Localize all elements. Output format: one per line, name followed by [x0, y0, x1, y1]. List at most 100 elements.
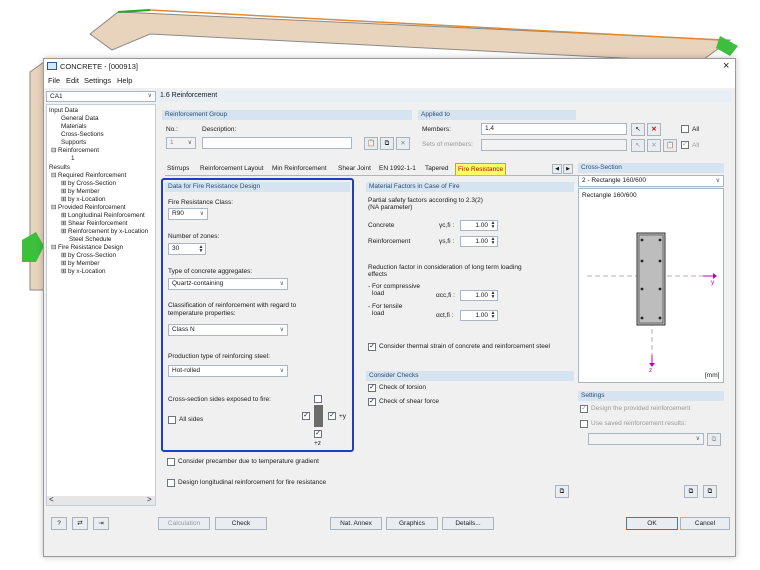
factors-export-button[interactable]: ⧉	[555, 485, 569, 498]
tab-scroll-right[interactable]: ▶	[563, 164, 573, 174]
tree-input-data[interactable]: Input Data	[49, 107, 78, 114]
tree-required[interactable]: ⊟ Required Reinforcement	[51, 172, 126, 179]
cross-section-select[interactable]: 2 - Rectangle 160/600 ∨	[578, 175, 724, 187]
tab-tapered[interactable]: Tapered	[423, 163, 451, 175]
scroll-right-icon[interactable]: >	[147, 495, 152, 504]
all-sides-checkbox[interactable]	[168, 416, 176, 424]
app-icon	[47, 62, 57, 70]
reinforcement-symbol: γs,fi :	[439, 238, 455, 245]
no-label: No.:	[166, 126, 178, 133]
cross-section-export-button[interactable]: ⧉	[684, 485, 698, 498]
delete-group-button[interactable]: ✕	[396, 137, 410, 150]
tree-fire-member[interactable]: ⊞ by Member	[61, 260, 100, 267]
tree-fire-cross[interactable]: ⊞ by Cross-Section	[61, 252, 116, 259]
spinner-icon[interactable]: ▲ ▼	[490, 291, 496, 300]
spinner-icon[interactable]: ▲ ▼	[490, 311, 496, 320]
side-right-checkbox[interactable]: ✓	[328, 412, 336, 420]
tab-en-1992[interactable]: EN 1992-1-1	[377, 163, 418, 175]
all-members-checkbox[interactable]	[681, 125, 689, 133]
zones-input[interactable]: 30 ▲ ▼	[168, 243, 206, 255]
side-left-checkbox[interactable]: ✓	[302, 412, 310, 420]
calculation-button[interactable]: Calculation	[158, 517, 210, 530]
tree-fire-x[interactable]: ⊞ by x-Location	[61, 268, 105, 275]
tab-stirrups[interactable]: Stirrups	[165, 163, 191, 175]
tree-results[interactable]: Results	[49, 164, 70, 171]
prev-button[interactable]: ⇄	[72, 517, 88, 530]
fire-data-header: Data for Fire Resistance Design	[165, 182, 350, 192]
scroll-left-icon[interactable]: <	[49, 495, 54, 504]
tab-shear-joint[interactable]: Shear Joint	[336, 163, 373, 175]
clear-members-button[interactable]: ✕	[647, 123, 661, 136]
reinforcement-factor-input[interactable]: 1.00 ▲ ▼	[460, 236, 498, 247]
clear-sets-button[interactable]: ✕	[647, 139, 661, 152]
spinner-icon[interactable]: ▲ ▼	[490, 237, 496, 246]
select-members-button[interactable]: ↖	[631, 123, 645, 136]
aggregates-select[interactable]: Quartz-containing ∨	[168, 278, 288, 290]
tree-materials[interactable]: Materials	[61, 123, 87, 130]
shear-force-checkbox[interactable]: ✓	[368, 398, 376, 406]
description-input[interactable]	[202, 137, 352, 149]
graphics-button[interactable]: Graphics	[386, 517, 438, 530]
tensile-factor-input[interactable]: 1.00 ▲ ▼	[460, 310, 498, 321]
tree-reinforcement-1[interactable]: 1	[71, 155, 75, 162]
tree-reinf-x[interactable]: ⊞ Reinforcement by x-Location	[61, 228, 148, 235]
tree-hscrollbar[interactable]: < >	[47, 495, 155, 505]
tree-req-x[interactable]: ⊞ by x-Location	[61, 196, 105, 203]
new-group-button[interactable]: 📋	[364, 137, 378, 150]
torsion-label: Check of torsion	[379, 384, 426, 391]
menu-edit[interactable]: Edit	[66, 76, 79, 85]
saved-results-select[interactable]: ∨	[588, 433, 704, 445]
saved-results-button[interactable]: ⧉	[707, 433, 721, 446]
cross-section-info-button[interactable]: ⧉	[703, 485, 717, 498]
side-bottom-checkbox[interactable]: ✓	[314, 430, 322, 438]
case-select[interactable]: CA1 ∨	[46, 91, 156, 102]
tree-req-member[interactable]: ⊞ by Member	[61, 188, 100, 195]
tree-req-cross[interactable]: ⊞ by Cross-Section	[61, 180, 116, 187]
side-top-checkbox[interactable]	[314, 395, 322, 403]
menu-file[interactable]: File	[48, 76, 60, 85]
longitudinal-fire-checkbox[interactable]	[167, 479, 175, 487]
group-no-select[interactable]: 1 ∨	[166, 137, 196, 149]
all-sets-checkbox[interactable]: ✓	[681, 141, 689, 149]
tree-reinforcement[interactable]: ⊟ Reinforcement	[51, 147, 99, 154]
compressive-factor-input[interactable]: 1.00 ▲ ▼	[460, 290, 498, 301]
help-button[interactable]: ?	[51, 517, 67, 530]
ok-button[interactable]: OK	[626, 517, 678, 530]
classification-select[interactable]: Class N ∨	[168, 324, 288, 336]
spinner-icon[interactable]: ▲ ▼	[198, 245, 204, 254]
check-button[interactable]: Check	[215, 517, 267, 530]
select-sets-button[interactable]: ↖	[631, 139, 645, 152]
tree-provided[interactable]: ⊟ Provided Reinforcement	[51, 204, 126, 211]
fire-class-select[interactable]: R90 ∨	[168, 208, 208, 220]
menu-help[interactable]: Help	[117, 76, 132, 85]
tab-reinforcement-layout[interactable]: Reinforcement Layout	[198, 163, 266, 175]
details-button[interactable]: Details...	[442, 517, 494, 530]
members-input[interactable]: 1,4	[481, 123, 627, 135]
tree-shear[interactable]: ⊞ Shear Reinforcement	[61, 220, 128, 227]
tree-supports[interactable]: Supports	[61, 139, 86, 146]
close-icon[interactable]: ×	[723, 60, 729, 72]
tree-general-data[interactable]: General Data	[61, 115, 98, 122]
precamber-checkbox[interactable]	[167, 458, 175, 466]
production-select[interactable]: Hot-rolled ∨	[168, 365, 288, 377]
export-button[interactable]: ⇥	[93, 517, 109, 530]
new-set-button[interactable]: 📋	[663, 139, 677, 152]
design-provided-checkbox[interactable]: ✓	[580, 405, 588, 413]
tab-fire-resistance[interactable]: Fire Resistance	[455, 163, 507, 175]
torsion-checkbox[interactable]: ✓	[368, 384, 376, 392]
nat-annex-button[interactable]: Nat. Annex	[330, 517, 382, 530]
tree-cross-sections[interactable]: Cross-Sections	[61, 131, 104, 138]
concrete-factor-input[interactable]: 1.00 ▲ ▼	[460, 220, 498, 231]
tree-steel-schedule[interactable]: Steel Schedule	[69, 236, 111, 243]
thermal-strain-checkbox[interactable]: ✓	[368, 343, 376, 351]
tree-fire-design[interactable]: ⊟ Fire Resistance Design	[51, 244, 123, 251]
spinner-icon[interactable]: ▲ ▼	[490, 221, 496, 230]
use-saved-checkbox[interactable]	[580, 420, 588, 428]
cancel-button[interactable]: Cancel	[680, 517, 730, 530]
tab-min-reinforcement[interactable]: Min Reinforcement	[270, 163, 329, 175]
tree-longitudinal[interactable]: ⊞ Longitudinal Reinforcement	[61, 212, 145, 219]
menu-settings[interactable]: Settings	[84, 76, 111, 85]
tab-scroll-left[interactable]: ◀	[552, 164, 562, 174]
sets-input[interactable]	[481, 139, 627, 151]
copy-group-button[interactable]: ⧉	[380, 137, 394, 150]
